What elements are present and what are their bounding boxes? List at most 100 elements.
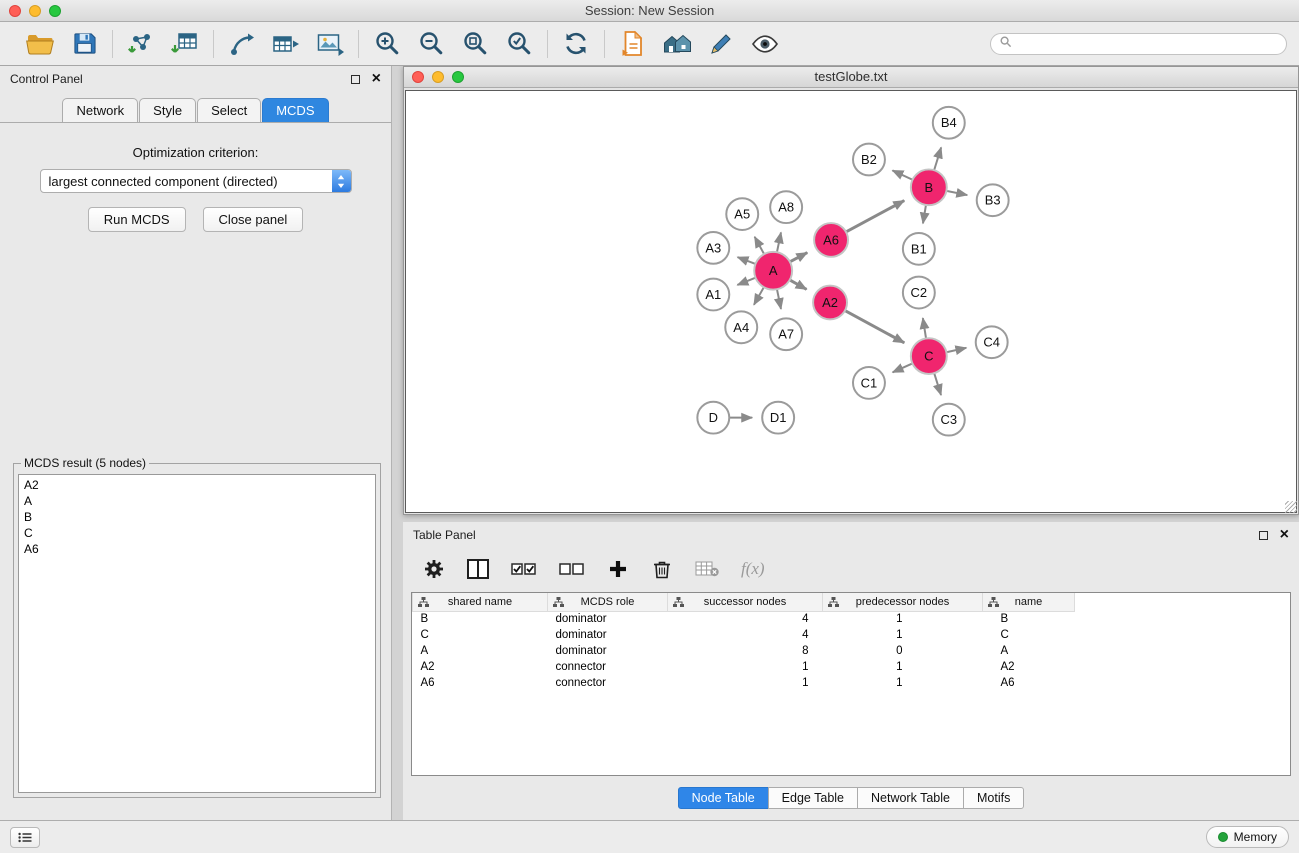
edge-B-B2[interactable] <box>892 170 912 179</box>
edge-C-C3[interactable] <box>934 373 941 395</box>
add-row-icon[interactable] <box>607 556 629 582</box>
delete-rows-icon[interactable] <box>651 556 673 582</box>
graph-node-C1[interactable]: C1 <box>853 367 885 399</box>
float-panel-icon[interactable] <box>351 75 360 84</box>
close-panel-button[interactable]: Close panel <box>203 207 304 232</box>
zoom-fit-icon[interactable] <box>458 28 492 60</box>
column-header-predecessor-nodes[interactable]: predecessor nodes <box>823 593 983 611</box>
mcds-result-item[interactable]: A6 <box>24 541 370 557</box>
table-cell[interactable]: 1 <box>668 659 823 675</box>
tab-network-table[interactable]: Network Table <box>857 787 964 809</box>
delete-table-icon[interactable] <box>695 556 719 582</box>
tab-network[interactable]: Network <box>62 98 138 122</box>
table-cell[interactable]: 1 <box>823 675 983 691</box>
graph-node-A7[interactable]: A7 <box>770 318 802 350</box>
table-row[interactable]: A6connector11A6 <box>413 675 1075 691</box>
table-cell[interactable]: 1 <box>668 675 823 691</box>
zoom-window-button[interactable] <box>49 5 61 17</box>
task-history-button[interactable] <box>10 827 40 848</box>
graph-node-A2[interactable]: A2 <box>813 286 847 320</box>
search-box[interactable] <box>990 33 1287 55</box>
toggle-columns-icon[interactable] <box>467 556 489 582</box>
table-cell[interactable]: C <box>983 627 1075 643</box>
edge-A-A6[interactable] <box>790 253 807 262</box>
table-cell[interactable]: A <box>413 643 548 659</box>
edge-C-C2[interactable] <box>923 318 926 338</box>
graph-node-C[interactable]: C <box>911 338 947 374</box>
edge-C-C1[interactable] <box>893 363 913 372</box>
apply-layout-icon[interactable] <box>559 28 593 60</box>
mcds-result-item[interactable]: A <box>24 493 370 509</box>
table-cell[interactable]: 4 <box>668 627 823 643</box>
graph-node-A3[interactable]: A3 <box>697 232 729 264</box>
mcds-result-list[interactable]: A2ABCA6 <box>18 474 376 793</box>
zoom-in-icon[interactable] <box>370 28 404 60</box>
close-panel-icon[interactable]: × <box>372 74 381 84</box>
save-session-icon[interactable] <box>67 28 101 60</box>
network-minimize-button[interactable] <box>432 71 444 83</box>
import-network-icon[interactable] <box>124 28 158 60</box>
graph-node-C3[interactable]: C3 <box>933 404 965 436</box>
open-session-icon[interactable] <box>23 28 57 60</box>
graph-node-A6[interactable]: A6 <box>814 223 848 257</box>
table-cell[interactable]: 8 <box>668 643 823 659</box>
graph-node-D1[interactable]: D1 <box>762 402 794 434</box>
table-cell[interactable]: 1 <box>823 659 983 675</box>
column-header-name[interactable]: name <box>983 593 1075 611</box>
column-header-mcds-role[interactable]: MCDS role <box>548 593 668 611</box>
import-file-icon[interactable] <box>616 28 650 60</box>
mcds-result-item[interactable]: B <box>24 509 370 525</box>
network-zoom-button[interactable] <box>452 71 464 83</box>
export-table-icon[interactable] <box>269 28 303 60</box>
table-cell[interactable]: connector <box>548 659 668 675</box>
graph-node-C2[interactable]: C2 <box>903 277 935 309</box>
edge-A-A2[interactable] <box>790 280 807 289</box>
table-cell[interactable]: B <box>983 611 1075 627</box>
graph-node-A1[interactable]: A1 <box>697 279 729 311</box>
show-graphics-details-icon[interactable] <box>748 28 782 60</box>
edge-B-B3[interactable] <box>946 191 967 195</box>
graph-node-B3[interactable]: B3 <box>977 184 1009 216</box>
tab-select[interactable]: Select <box>197 98 261 122</box>
table-settings-icon[interactable] <box>423 556 445 582</box>
memory-button[interactable]: Memory <box>1206 826 1289 848</box>
tab-style[interactable]: Style <box>139 98 196 122</box>
zoom-out-icon[interactable] <box>414 28 448 60</box>
graph-node-A[interactable]: A <box>754 252 792 290</box>
table-cell[interactable]: dominator <box>548 611 668 627</box>
table-cell[interactable]: 1 <box>823 627 983 643</box>
run-mcds-button[interactable]: Run MCDS <box>88 207 186 232</box>
deselect-all-icon[interactable] <box>559 556 585 582</box>
edge-A-A7[interactable] <box>777 289 781 309</box>
edge-A6-B[interactable] <box>846 201 904 232</box>
zoom-selected-icon[interactable] <box>502 28 536 60</box>
network-close-button[interactable] <box>412 71 424 83</box>
tab-mcds[interactable]: MCDS <box>262 98 328 122</box>
tab-motifs[interactable]: Motifs <box>963 787 1024 809</box>
tab-node-table[interactable]: Node Table <box>678 787 769 809</box>
search-input[interactable] <box>1017 37 1277 51</box>
resize-grip[interactable] <box>1285 501 1297 513</box>
table-cell[interactable]: connector <box>548 675 668 691</box>
edge-A-A5[interactable] <box>755 237 764 254</box>
column-header-shared-name[interactable]: shared name <box>413 593 548 611</box>
float-table-panel-icon[interactable] <box>1259 531 1268 540</box>
edge-A-A8[interactable] <box>777 232 781 252</box>
edge-A-A4[interactable] <box>754 287 764 305</box>
network-overview-icon[interactable] <box>660 28 694 60</box>
graph-node-B[interactable]: B <box>911 169 947 205</box>
graph-node-A4[interactable]: A4 <box>725 311 757 343</box>
table-cell[interactable]: 4 <box>668 611 823 627</box>
export-network-icon[interactable] <box>225 28 259 60</box>
table-cell[interactable]: A6 <box>413 675 548 691</box>
network-canvas[interactable]: B4B2BB3A5A8A6B1A3AC2A1A2A4A7C4CC1C3DD1 <box>405 90 1297 513</box>
table-cell[interactable]: A <box>983 643 1075 659</box>
mcds-result-item[interactable]: A2 <box>24 477 370 493</box>
table-cell[interactable]: A2 <box>983 659 1075 675</box>
graph-node-D[interactable]: D <box>697 402 729 434</box>
edge-A2-C[interactable] <box>845 311 904 343</box>
graph-node-C4[interactable]: C4 <box>976 326 1008 358</box>
edge-B-B4[interactable] <box>934 147 941 170</box>
style-editor-icon[interactable] <box>704 28 738 60</box>
table-cell[interactable]: A6 <box>983 675 1075 691</box>
